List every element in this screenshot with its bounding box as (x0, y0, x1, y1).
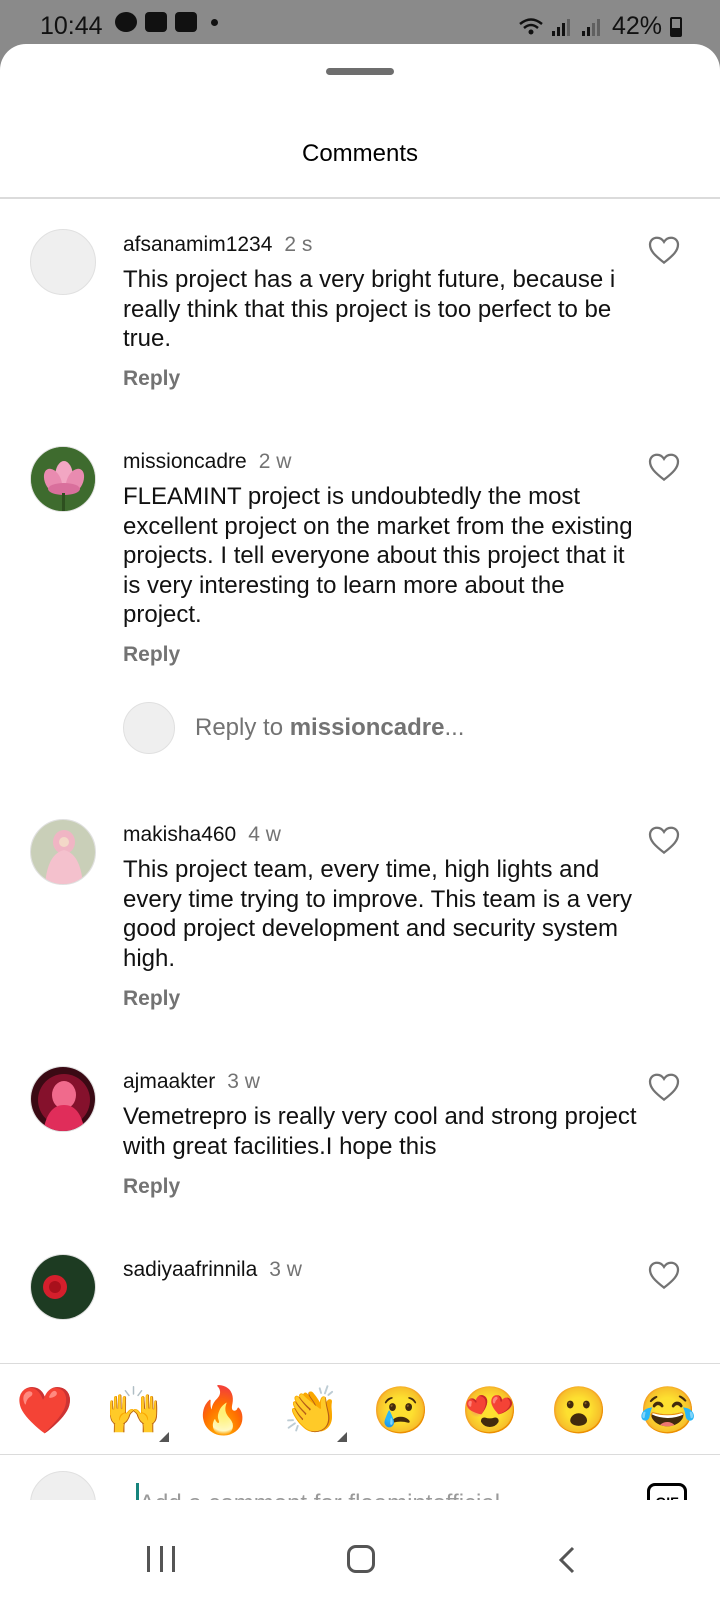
emoji-heart[interactable]: ❤️ (16, 1382, 73, 1438)
reply-to-row[interactable]: Reply to missioncadre... (123, 701, 464, 755)
emoji-fire[interactable]: 🔥 (194, 1382, 251, 1438)
comment-time: 2 s (284, 233, 313, 256)
comment-username[interactable]: missioncadre (123, 450, 247, 473)
emoji-clapping[interactable]: 👏 (283, 1382, 347, 1442)
comment-header: afsanamim1234 2 s (123, 233, 312, 257)
reply-to-username: missioncadre (289, 714, 445, 741)
comment-header: ajmaakter 3 w (123, 1070, 260, 1094)
heart-icon[interactable] (648, 1072, 680, 1102)
signal-icon (581, 18, 604, 36)
chat-bubble-icon (115, 12, 137, 32)
reply-to-prefix: Reply to (195, 714, 290, 741)
sheet-title: Comments (301, 140, 419, 167)
reply-button[interactable]: Reply (123, 1175, 180, 1199)
comment-username[interactable]: afsanamim1234 (123, 233, 272, 256)
heart-icon[interactable] (648, 1260, 680, 1290)
emoji-bar: ❤️ 🙌 🔥 👏 😢 😍 😮 😂 (0, 1364, 720, 1454)
reply-button[interactable]: Reply (123, 643, 180, 667)
skin-tone-indicator (159, 1432, 169, 1442)
emoji-raised-hands[interactable]: 🙌 (105, 1382, 169, 1442)
heart-icon[interactable] (648, 235, 680, 265)
comment-time: 3 w (227, 1070, 260, 1093)
wifi-icon (519, 17, 543, 34)
emoji-surprised[interactable]: 😮 (550, 1382, 607, 1438)
comment-username[interactable]: makisha460 (123, 823, 236, 846)
dot-icon (211, 18, 218, 26)
heart-icon[interactable] (648, 452, 680, 482)
avatar[interactable] (30, 1066, 96, 1132)
avatar[interactable] (30, 229, 96, 295)
heart-icon[interactable] (648, 825, 680, 855)
comment-username[interactable]: sadiyaafrinnila (123, 1258, 257, 1281)
youtube-icon (175, 12, 197, 32)
emoji-crying[interactable]: 😢 (372, 1382, 429, 1438)
avatar (123, 702, 175, 754)
comment-text: FLEAMINT project is undoubtedly the most… (123, 483, 633, 628)
system-icons: 42% (518, 12, 682, 41)
person-pink-hijab-icon (31, 820, 95, 884)
status-time: 10:44 (40, 12, 103, 40)
comment-text: This project team, every time, high ligh… (123, 856, 633, 972)
comment-text: This project has a very bright future, b… (123, 266, 616, 352)
battery-percent: 42% (611, 12, 662, 40)
recents-icon[interactable] (147, 1546, 175, 1572)
back-icon[interactable] (555, 1546, 579, 1574)
gallery-icon (145, 12, 167, 32)
emoji-heart-eyes[interactable]: 😍 (461, 1382, 518, 1438)
comments-list[interactable]: afsanamim1234 2 s This project has a very… (0, 199, 720, 1363)
avatar[interactable] (30, 1254, 96, 1320)
comment-username[interactable]: ajmaakter (123, 1070, 215, 1093)
emoji-raised-hands-glyph: 🙌 (105, 1384, 163, 1436)
reply-button[interactable]: Reply (123, 367, 180, 391)
comment-header: missioncadre 2 w (123, 450, 291, 474)
emoji-clapping-glyph: 👏 (283, 1384, 341, 1436)
comments-sheet: Comments afsanamim1234 2 s This project h… (0, 44, 720, 1600)
emoji-laughing[interactable]: 😂 (639, 1382, 696, 1438)
person-red-icon (31, 1067, 95, 1131)
comment-text: Vemetrepro is really very cool and stron… (123, 1103, 637, 1160)
comment-header: sadiyaafrinnila 3 w (123, 1258, 302, 1282)
drag-handle[interactable] (326, 68, 394, 75)
signal-icon (551, 18, 574, 36)
battery-icon (670, 16, 682, 37)
navigation-bar (0, 1500, 720, 1600)
skin-tone-indicator (337, 1432, 347, 1442)
comment-time: 3 w (269, 1258, 302, 1281)
notification-icons (115, 12, 218, 32)
avatar[interactable] (30, 446, 96, 512)
red-flower-icon (31, 1255, 95, 1319)
status-bar: 10:44 42% (0, 0, 720, 50)
reply-to-suffix: ... (444, 714, 465, 741)
avatar[interactable] (30, 819, 96, 885)
comment-time: 2 w (258, 450, 292, 473)
lotus-flower-icon (31, 447, 95, 511)
comment-time: 4 w (248, 823, 281, 846)
reply-to-label[interactable]: Reply to missioncadre... (195, 714, 464, 742)
home-icon[interactable] (347, 1545, 375, 1573)
reply-button[interactable]: Reply (123, 987, 180, 1011)
comment-header: makisha460 4 w (123, 823, 281, 847)
